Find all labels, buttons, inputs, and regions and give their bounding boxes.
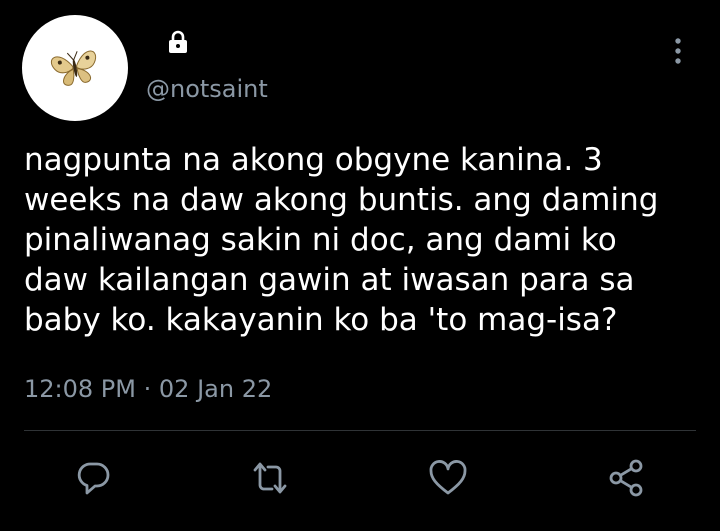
tweet-time: 12:08 PM [24,375,136,403]
lock-icon [164,28,192,56]
meta-separator: · [143,375,152,403]
more-vertical-icon [675,38,681,64]
more-options-button[interactable] [666,36,690,66]
tweet-timestamp: 12:08 PM · 02 Jan 22 [24,372,272,406]
retweet-icon [253,462,287,494]
reply-button[interactable] [70,454,118,502]
divider [24,430,696,431]
heart-icon [429,460,467,495]
user-handle[interactable]: @notsaint [146,74,268,104]
like-button[interactable] [424,454,472,502]
butterfly-icon [50,50,97,86]
share-button[interactable] [602,454,650,502]
share-icon [609,459,643,497]
avatar[interactable] [22,15,128,121]
reply-icon [77,462,110,495]
retweet-button[interactable] [246,454,294,502]
tweet-text: nagpunta na akong obgyne kanina. 3 weeks… [24,142,659,338]
tweet-date: 02 Jan 22 [158,375,273,403]
